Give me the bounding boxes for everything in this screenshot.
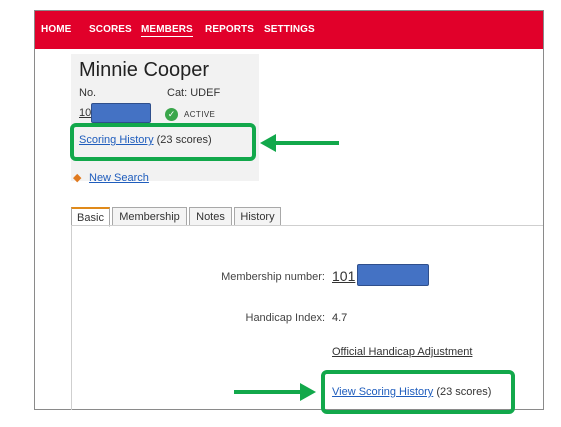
- nav-members[interactable]: MEMBERS: [141, 24, 193, 37]
- back-arrow-icon: ◆: [73, 172, 82, 184]
- official-handicap-adjustment-link[interactable]: Official Handicap Adjustment: [332, 346, 472, 358]
- browser-frame: HOME SCORES MEMBERS REPORTS SETTINGS Min…: [34, 10, 544, 410]
- tab-history[interactable]: History: [234, 207, 281, 226]
- check-circle-icon: ✓: [165, 108, 178, 121]
- redacted-member-number: [91, 103, 151, 123]
- nav-settings[interactable]: SETTINGS: [264, 24, 315, 35]
- membership-number-label: Membership number:: [221, 271, 325, 283]
- highlight-arrow-head-bottom: [300, 383, 316, 401]
- member-category: Cat: UDEF: [167, 87, 221, 99]
- nav-reports[interactable]: REPORTS: [205, 24, 254, 35]
- member-name: Minnie Cooper: [79, 59, 210, 81]
- redacted-membership-number: [357, 264, 429, 286]
- handicap-index-value: 4.7: [332, 312, 348, 324]
- member-no-label: No.: [79, 87, 97, 99]
- highlight-arrow-shaft-bottom: [234, 390, 302, 394]
- highlight-arrow-shaft-top: [275, 141, 339, 145]
- highlight-arrow-head-top: [260, 134, 276, 152]
- tab-basic[interactable]: Basic: [71, 207, 110, 227]
- tab-notes[interactable]: Notes: [189, 207, 232, 226]
- nav-scores[interactable]: SCORES: [89, 24, 132, 35]
- member-number-link[interactable]: 10: [79, 107, 91, 119]
- tab-membership[interactable]: Membership: [112, 207, 187, 226]
- new-search-link[interactable]: New Search: [89, 172, 149, 184]
- nav-home[interactable]: HOME: [41, 24, 71, 35]
- status-badge: ACTIVE: [184, 110, 216, 119]
- membership-number-link[interactable]: 101: [332, 268, 355, 284]
- handicap-index-label: Handicap Index:: [245, 312, 326, 324]
- highlight-box-scoring-history: [70, 123, 256, 161]
- highlight-box-view-scoring-history: [321, 370, 515, 414]
- top-navigation: HOME SCORES MEMBERS REPORTS SETTINGS: [35, 11, 543, 49]
